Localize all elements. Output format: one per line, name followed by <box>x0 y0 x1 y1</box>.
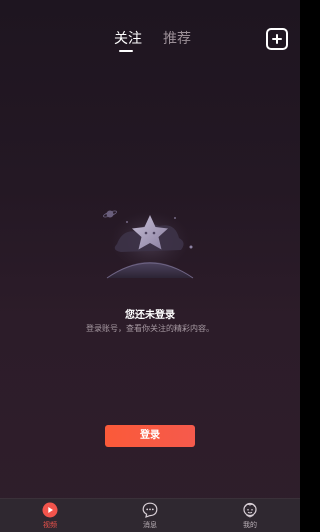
tab-recommend[interactable]: 推荐 <box>163 30 191 48</box>
empty-state-description: 登录账号，查看你关注的精彩内容。 <box>86 324 214 333</box>
nav-item-video[interactable]: 视频 <box>30 502 70 532</box>
bottom-nav: 视频 消息 我的 <box>0 498 300 532</box>
tab-active-indicator <box>119 50 133 52</box>
tab-follow[interactable]: 关注 <box>114 30 142 48</box>
nav-label-message: 消息 <box>143 521 157 529</box>
chat-bubble-icon <box>142 502 158 518</box>
nav-label-mine: 我的 <box>243 521 257 529</box>
nav-item-message[interactable]: 消息 <box>130 502 170 532</box>
nav-label-video: 视频 <box>43 521 57 529</box>
user-face-icon <box>242 502 258 518</box>
nav-item-mine[interactable]: 我的 <box>230 502 270 532</box>
play-circle-icon <box>42 502 58 518</box>
login-button[interactable]: 登录 <box>105 425 195 447</box>
top-tabs: 关注 推荐 <box>0 30 300 54</box>
screen: 关注 推荐 您还未登录 登录账号，查看你关注的精彩内容。 登录 视频 消息 我的 <box>0 0 300 532</box>
planet-star-icon <box>95 200 205 280</box>
plus-square-icon[interactable] <box>266 28 288 50</box>
empty-state-title: 您还未登录 <box>125 310 175 321</box>
